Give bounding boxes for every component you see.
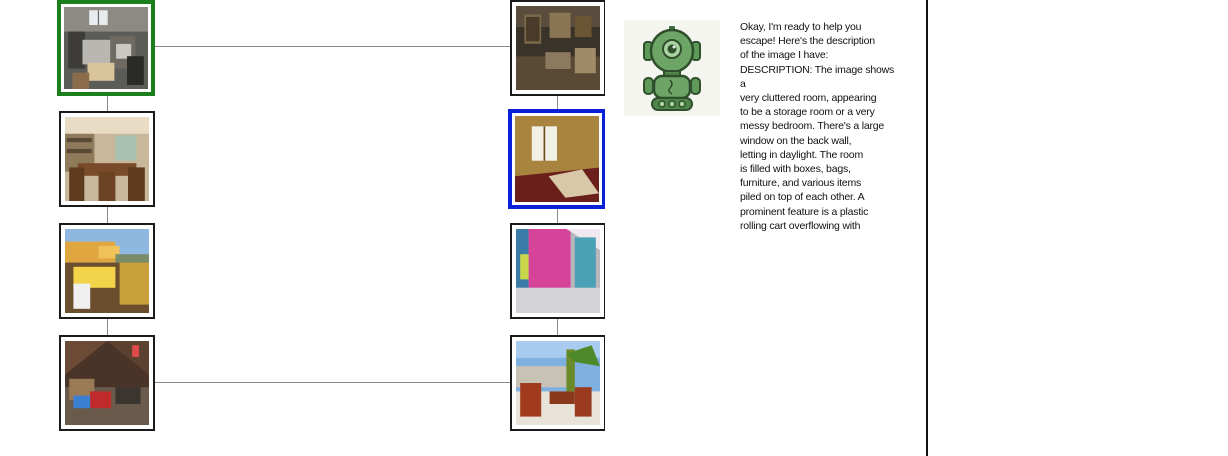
room-graph [0, 0, 620, 456]
edge-right-3 [557, 319, 558, 336]
cluttered-room-thumbnail [64, 7, 148, 89]
room-node-empty-room-window[interactable] [508, 109, 606, 209]
edge-top [155, 46, 511, 47]
dark-room-thumbnail [516, 6, 600, 90]
room-node-dining-room[interactable] [59, 111, 155, 207]
edge-right-2 [557, 207, 558, 224]
panel-divider [926, 0, 928, 456]
balcony-thumbnail [65, 229, 149, 313]
edge-bottom [155, 382, 511, 383]
room-node-dark-paneled-room[interactable] [510, 0, 606, 96]
room-node-balcony-terrace[interactable] [59, 223, 155, 319]
terrace-thumbnail [516, 341, 600, 425]
pink-room-thumbnail [516, 229, 600, 313]
empty-room-thumbnail [515, 116, 599, 202]
robot-avatar [624, 20, 720, 116]
edge-right-1 [557, 95, 558, 110]
room-node-attic[interactable] [59, 335, 155, 431]
room-node-terrace-palm[interactable] [510, 335, 606, 431]
assistant-message: Okay, I'm ready to help you escape! Here… [740, 21, 895, 232]
edge-left-2 [107, 207, 108, 224]
room-node-cluttered-storage-room[interactable] [57, 0, 155, 96]
edge-left-1 [107, 95, 108, 112]
attic-thumbnail [65, 341, 149, 425]
graph-clip-edge [605, 0, 609, 456]
robot-icon [643, 26, 701, 111]
room-node-pink-wall-room[interactable] [510, 223, 606, 319]
dining-room-thumbnail [65, 117, 149, 201]
edge-left-3 [107, 319, 108, 336]
